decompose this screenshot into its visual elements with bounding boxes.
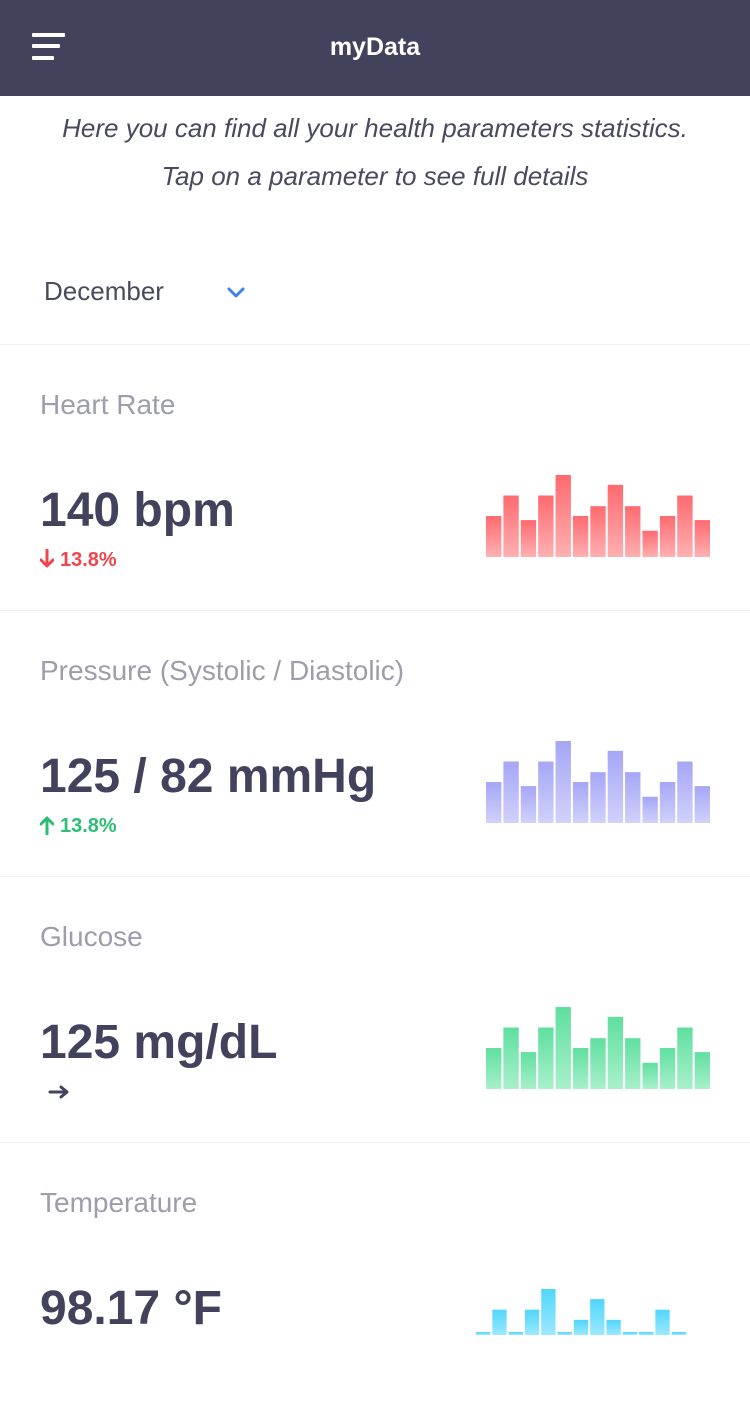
arrow-down-icon [39,548,55,568]
parameter-title: Pressure (Systolic / Diastolic) [40,655,405,686]
parameter-value: 125 / 82 mmHg [40,750,377,803]
sparkline-bar [520,520,537,557]
sparkline-bar [625,772,641,823]
parameter-change: 13.8% [39,815,117,841]
sparkline-bar [590,1038,606,1089]
sparkline-bar [625,1038,641,1089]
parameter-title: Glucose [40,921,143,952]
sparkline-bar [524,1309,540,1335]
parameter-card-glucose[interactable]: Glucose 125 mg/dL [0,876,750,1143]
sparkline-bar [659,516,676,557]
sparkline-bar [625,506,641,557]
sparkline-bar [503,761,519,823]
sparkline-bar [590,506,606,557]
temperature-sparkline [476,1289,686,1335]
parameter-title: Heart Rate [40,389,176,420]
sparkline-bar [694,786,710,823]
sparkline-bar [555,741,571,823]
parameter-card-pressure[interactable]: Pressure (Systolic / Diastolic) 125 / 82… [0,610,750,877]
sparkline-bar [492,1309,507,1335]
sparkline-bar [555,475,571,557]
sparkline-bar [503,495,519,557]
arrow-up-icon [39,816,55,836]
parameter-value: 98.17 °F [40,1282,222,1335]
parameter-value: 140 bpm [40,484,235,537]
sparkline-bar [642,530,658,557]
sparkline-bar [677,495,693,557]
sparkline-bar [520,1052,537,1089]
sparkline-bar [607,750,624,823]
sparkline-bar [642,1062,658,1089]
sparkline-bar [606,1319,621,1335]
parameter-change-value: 13.8% [60,549,117,571]
parameter-change-value: 13.8% [60,815,117,837]
sparkline-bar [538,761,554,823]
sparkline-bar [572,782,589,823]
sparkline-bar [541,1289,556,1335]
sparkline-bar [573,1319,589,1335]
parameter-change: 13.8% [39,548,117,575]
sparkline-bar [607,1016,624,1089]
sparkline-bar [655,1309,670,1335]
intro-text: Here you can find all your health parame… [62,113,688,191]
parameter-card-heart-rate[interactable]: Heart Rate 140 bpm 13.8% [0,344,750,611]
sparkline-bar [486,782,502,823]
sparkline-bar [538,495,554,557]
arrow-right-icon [48,1085,69,1099]
sparkline-bar [642,796,658,823]
sparkline-bar [677,761,693,823]
pressure-sparkline [486,741,710,823]
sparkline-bar [572,1048,589,1089]
sparkline-bar [590,772,606,823]
app-title: myData [329,33,421,61]
parameter-card-temperature[interactable]: Temperature 98.17 °F [0,1142,750,1409]
glucose-sparkline [486,1007,710,1089]
sparkline-bar [659,1048,676,1089]
sparkline-bar [677,1027,693,1089]
parameter-title: Temperature [40,1187,198,1218]
sparkline-bar [572,516,589,557]
month-selector[interactable]: December [44,270,264,318]
sparkline-bar [486,516,502,557]
sparkline-bar [694,520,710,557]
heart-rate-sparkline [486,475,710,557]
app-header: myData [0,0,750,96]
chevron-down-icon [227,287,245,298]
sparkline-bar [538,1027,554,1089]
sparkline-bar [694,1052,710,1089]
sparkline-bar [607,484,624,557]
sparkline-bar [659,782,676,823]
sparkline-bar [555,1007,571,1089]
month-selector-value: December [44,276,164,306]
sparkline-bar [486,1048,502,1089]
sparkline-bar [520,786,537,823]
parameter-value: 125 mg/dL [40,1016,278,1069]
sparkline-bar [590,1299,605,1335]
sparkline-bar [503,1027,519,1089]
